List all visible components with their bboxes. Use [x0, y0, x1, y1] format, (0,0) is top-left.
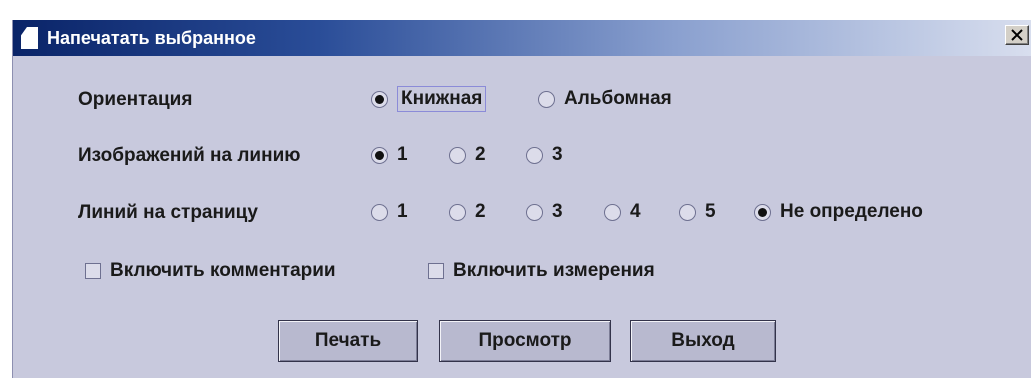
close-button[interactable]: [1005, 25, 1029, 45]
lines-per-page-undefined-radio[interactable]: Не определено: [754, 200, 923, 224]
dialog-title: Напечатать выбранное: [47, 28, 256, 48]
radio-checked-icon: [371, 90, 388, 108]
orientation-label: Ориентация: [78, 89, 193, 110]
lines-per-page-1-label: 1: [397, 201, 408, 222]
checkbox-unchecked-icon: [85, 263, 101, 279]
include-comments-checkbox[interactable]: Включить комментарии: [85, 259, 336, 283]
lines-per-page-label: Линий на страницу: [78, 202, 258, 223]
images-per-line-3-radio[interactable]: 3: [526, 143, 563, 167]
orientation-portrait-radio[interactable]: Книжная: [371, 86, 487, 112]
images-per-line-2-label: 2: [475, 144, 486, 165]
images-per-line-1-radio[interactable]: 1: [371, 143, 408, 167]
lines-per-page-3-radio[interactable]: 3: [526, 200, 563, 224]
lines-per-page-2-label: 2: [475, 201, 486, 222]
radio-unchecked-icon: [526, 203, 543, 221]
orientation-landscape-radio[interactable]: Альбомная: [538, 87, 672, 111]
exit-button[interactable]: Выход: [630, 320, 776, 362]
print-button[interactable]: Печать: [278, 320, 418, 362]
radio-unchecked-icon: [449, 203, 466, 221]
images-per-line-2-radio[interactable]: 2: [449, 143, 486, 167]
radio-unchecked-icon: [538, 90, 555, 108]
include-measurements-label: Включить измерения: [453, 260, 655, 281]
radio-unchecked-icon: [679, 203, 696, 221]
app-icon: [21, 27, 38, 49]
orientation-portrait-label: Книжная: [397, 86, 487, 112]
title-bar[interactable]: Напечатать выбранное: [13, 20, 1031, 56]
radio-unchecked-icon: [371, 203, 388, 221]
orientation-landscape-label: Альбомная: [564, 88, 672, 109]
radio-checked-icon: [371, 146, 388, 164]
close-icon: [1011, 29, 1023, 41]
lines-per-page-3-label: 3: [552, 201, 563, 222]
radio-unchecked-icon: [449, 146, 466, 164]
lines-per-page-undefined-label: Не определено: [780, 201, 923, 222]
images-per-line-label: Изображений на линию: [78, 145, 301, 166]
images-per-line-3-label: 3: [552, 144, 563, 165]
lines-per-page-5-label: 5: [705, 201, 716, 222]
checkbox-unchecked-icon: [428, 263, 444, 279]
radio-unchecked-icon: [526, 146, 543, 164]
include-measurements-checkbox[interactable]: Включить измерения: [428, 259, 655, 283]
images-per-line-1-label: 1: [397, 144, 408, 165]
radio-checked-icon: [754, 203, 771, 221]
lines-per-page-4-label: 4: [630, 201, 641, 222]
print-selected-dialog: Напечатать выбранное Ориентация Книжная …: [12, 20, 1031, 378]
lines-per-page-5-radio[interactable]: 5: [679, 200, 716, 224]
include-comments-label: Включить комментарии: [110, 260, 336, 281]
preview-button[interactable]: Просмотр: [439, 320, 611, 362]
lines-per-page-4-radio[interactable]: 4: [604, 200, 641, 224]
lines-per-page-1-radio[interactable]: 1: [371, 200, 408, 224]
lines-per-page-2-radio[interactable]: 2: [449, 200, 486, 224]
radio-unchecked-icon: [604, 203, 621, 221]
